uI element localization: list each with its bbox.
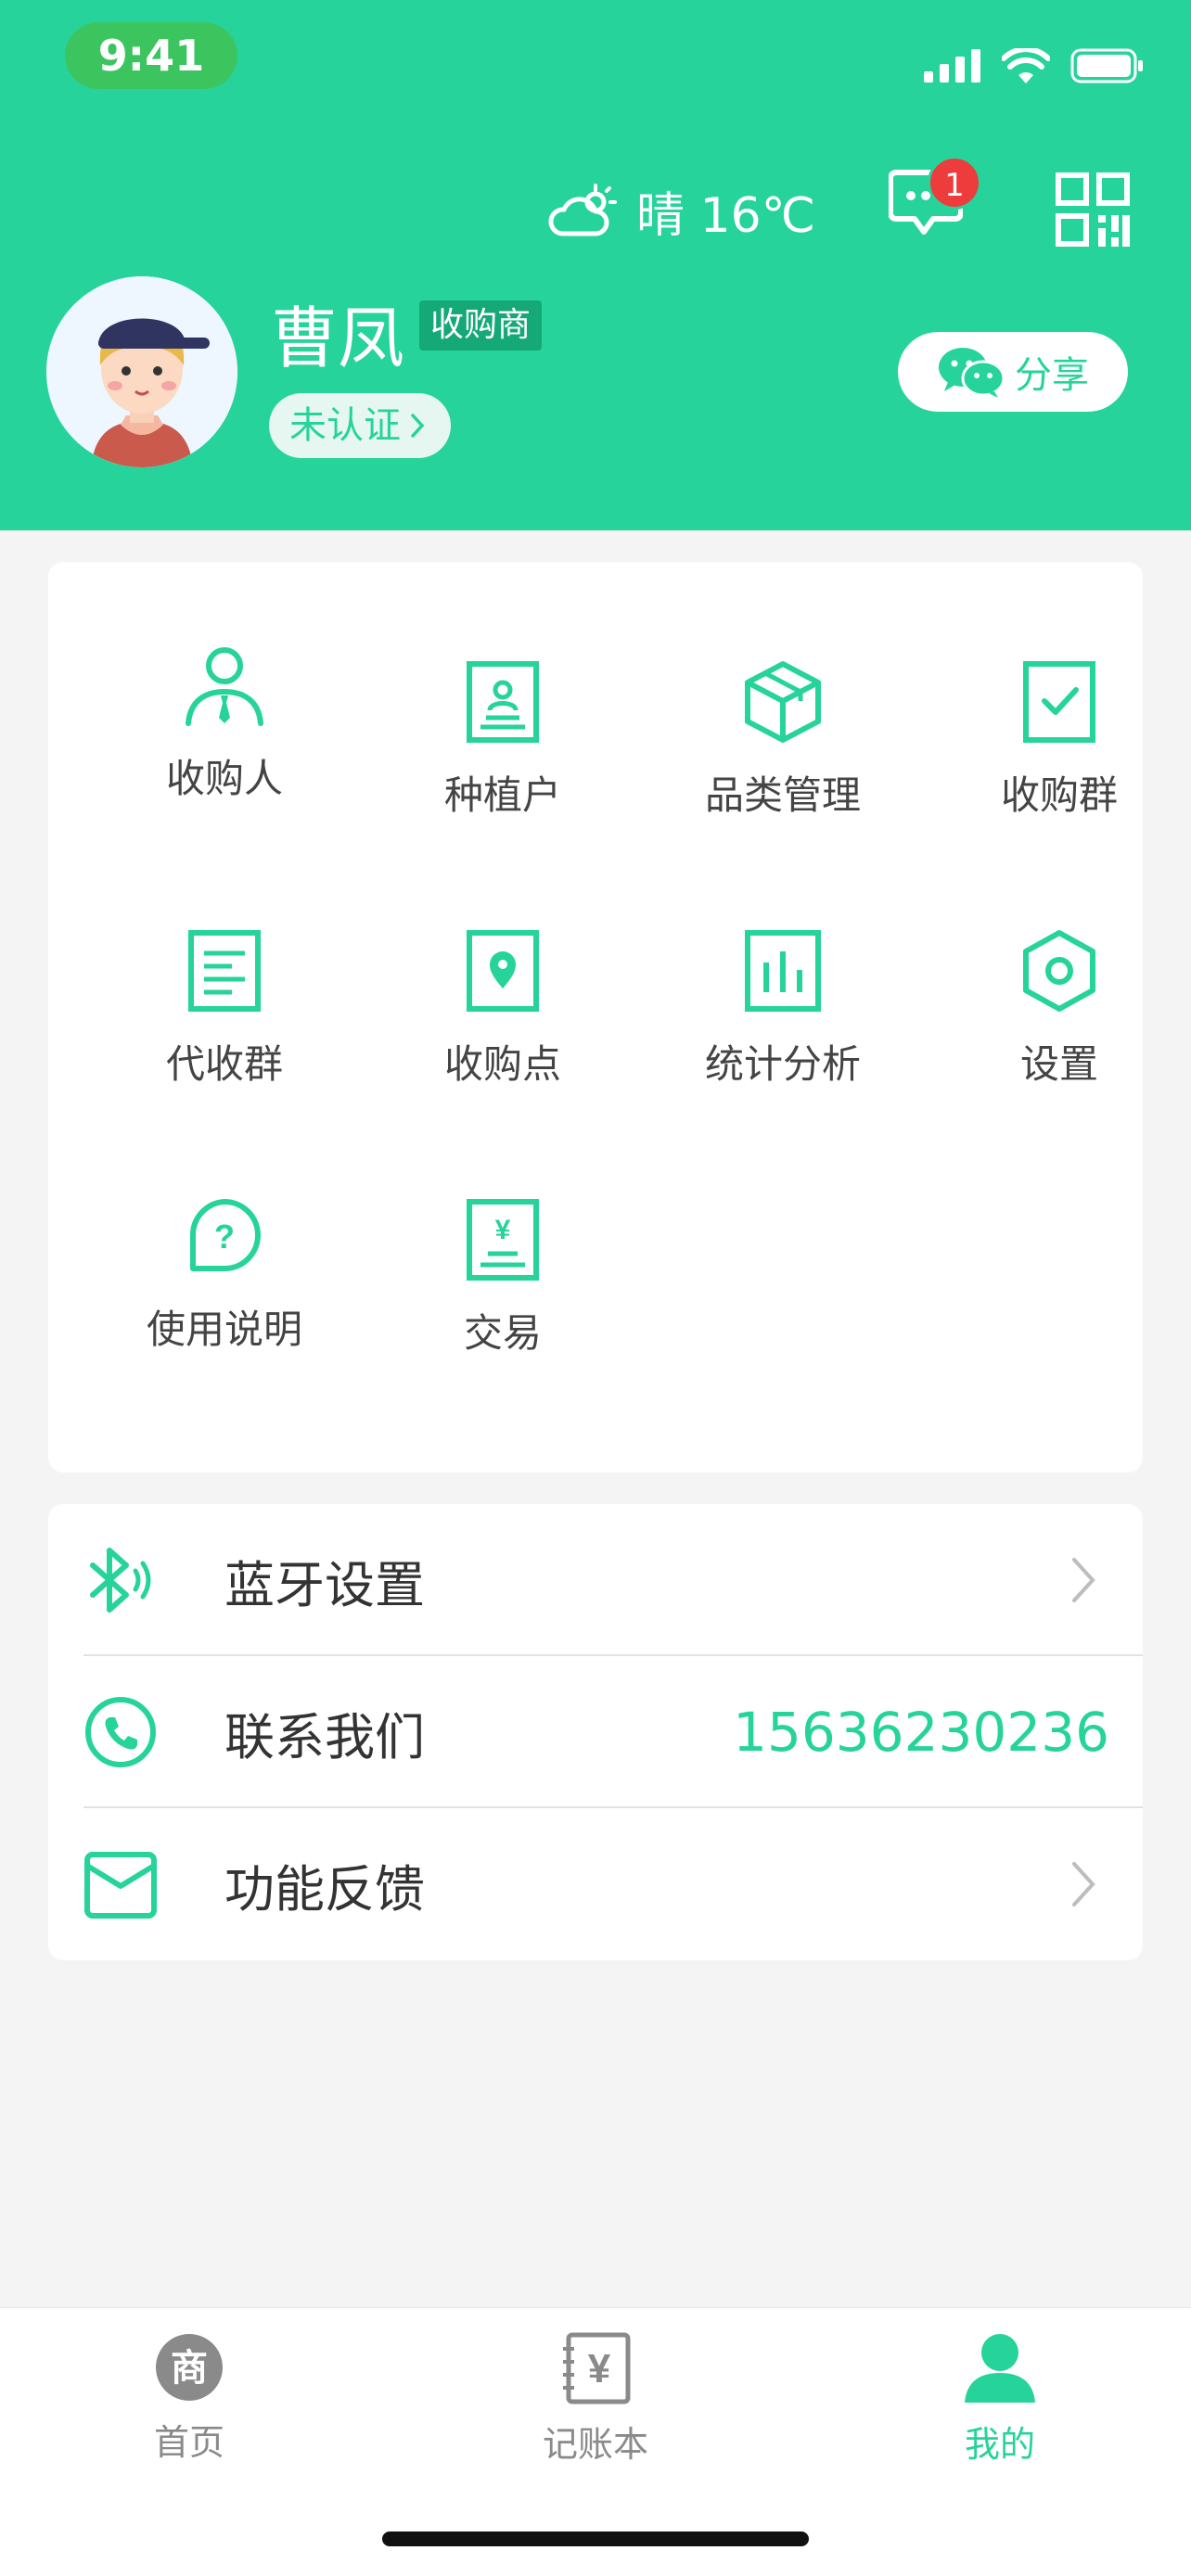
grid-item-label: 设置 [1019,1041,1098,1087]
mail-icon [84,1852,157,1919]
user-avatar-illustration [46,276,237,467]
share-label: 分享 [1015,354,1089,397]
grid-item-label: 品类管理 [704,772,861,818]
grid-item-agent-group[interactable]: 代收群 [95,929,354,1090]
grid-item-label: 代收群 [165,1041,283,1087]
function-grid: 收购人 种植户 品类管理 收购群 代收群 收购点 统计分析 设置 ? 使用说明 … [48,562,1143,1473]
home-indicator [382,2531,809,2546]
weather-text: 晴 16℃ [636,188,816,244]
user-name: 曹凤 [271,300,405,377]
feedback-label: 功能反馈 [224,1859,425,1919]
chevron-right-icon [1072,1558,1095,1602]
partly-cloudy-icon [548,183,617,236]
svg-text:?: ? [214,1218,235,1256]
user-icon [965,2334,1035,2403]
tab-label: 我的 [964,2424,1035,2465]
signal-icon [924,49,980,83]
grid-item-label: 使用说明 [146,1307,302,1352]
bluetooth-label: 蓝牙设置 [224,1555,425,1614]
tab-mine[interactable]: 我的 [907,2332,1093,2467]
buyer-person-icon [186,647,263,726]
shop-icon: 商 [156,2334,223,2401]
profile-header: 9:41 晴 16℃ 1 曹凤 收购商 未认证 分享 [0,0,1191,530]
list-item-contact[interactable]: 联系我们 15636230236 [48,1656,1143,1808]
grower-icon [467,661,539,743]
grid-item-instructions[interactable]: ? 使用说明 [95,1198,354,1355]
battery-icon [1070,48,1143,83]
checkbox-icon [1023,661,1095,743]
grid-item-label: 种植户 [443,772,561,818]
bar-chart-icon [745,930,821,1012]
qr-code-icon[interactable] [1056,172,1130,247]
svg-text:¥: ¥ [588,2346,611,2391]
message-badge: 1 [928,156,981,210]
grid-item-label: 交易 [463,1310,542,1356]
list-item-feedback[interactable]: 功能反馈 [48,1808,1143,1960]
grid-item-trade[interactable]: ¥ 交易 [373,1198,633,1358]
grid-item-label: 收购点 [443,1041,561,1087]
grid-item-statistics[interactable]: 统计分析 [653,929,913,1090]
role-tag: 收购商 [419,300,543,351]
contact-phone[interactable]: 15636230236 [733,1701,1109,1764]
verify-status-label: 未认证 [289,404,401,447]
hexagon-settings-icon [1023,930,1095,1012]
grid-item-grower[interactable]: 种植户 [373,660,633,821]
grid-item-settings[interactable]: 设置 [929,929,1189,1090]
settings-list: 蓝牙设置 联系我们 15636230236 功能反馈 [48,1504,1143,1960]
weather-widget: 晴 16℃ [544,176,815,246]
document-icon [188,930,261,1012]
tab-ledger[interactable]: ¥ 记账本 [503,2332,688,2467]
verify-status-button[interactable]: 未认证 [269,393,451,458]
tab-label: 首页 [153,2422,224,2463]
avatar[interactable] [46,276,237,467]
yen-ticket-icon: ¥ [467,1199,539,1281]
tab-label: 记账本 [542,2424,648,2465]
chevron-right-icon [1072,1862,1095,1906]
tab-home[interactable]: 商 首页 [96,2332,282,2465]
grid-item-label: 统计分析 [704,1041,861,1087]
grid-item-purchase-point[interactable]: 收购点 [373,929,633,1090]
chevron-right-icon [411,414,425,438]
box-icon [745,661,821,743]
phone-icon [85,1697,156,1767]
grid-item-category[interactable]: 品类管理 [653,660,913,821]
grid-item-label: 收购群 [1000,772,1118,818]
list-item-bluetooth[interactable]: 蓝牙设置 [48,1504,1143,1656]
share-button[interactable]: 分享 [898,332,1128,412]
bluetooth-icon [90,1548,151,1613]
wifi-icon [1002,48,1050,83]
status-icons [924,48,1145,83]
contact-label: 联系我们 [224,1707,425,1766]
location-pin-icon [467,930,539,1012]
help-bubble-icon: ? [189,1199,261,1271]
ledger-icon: ¥ [563,2332,631,2404]
grid-item-purchase-group[interactable]: 收购群 [929,660,1189,821]
svg-text:¥: ¥ [495,1215,511,1245]
grid-item-buyer[interactable]: 收购人 [95,644,354,804]
wechat-icon [939,348,1005,398]
status-time: 9:41 [65,22,237,89]
grid-item-label: 收购人 [165,756,283,801]
svg-text:商: 商 [171,2347,208,2390]
